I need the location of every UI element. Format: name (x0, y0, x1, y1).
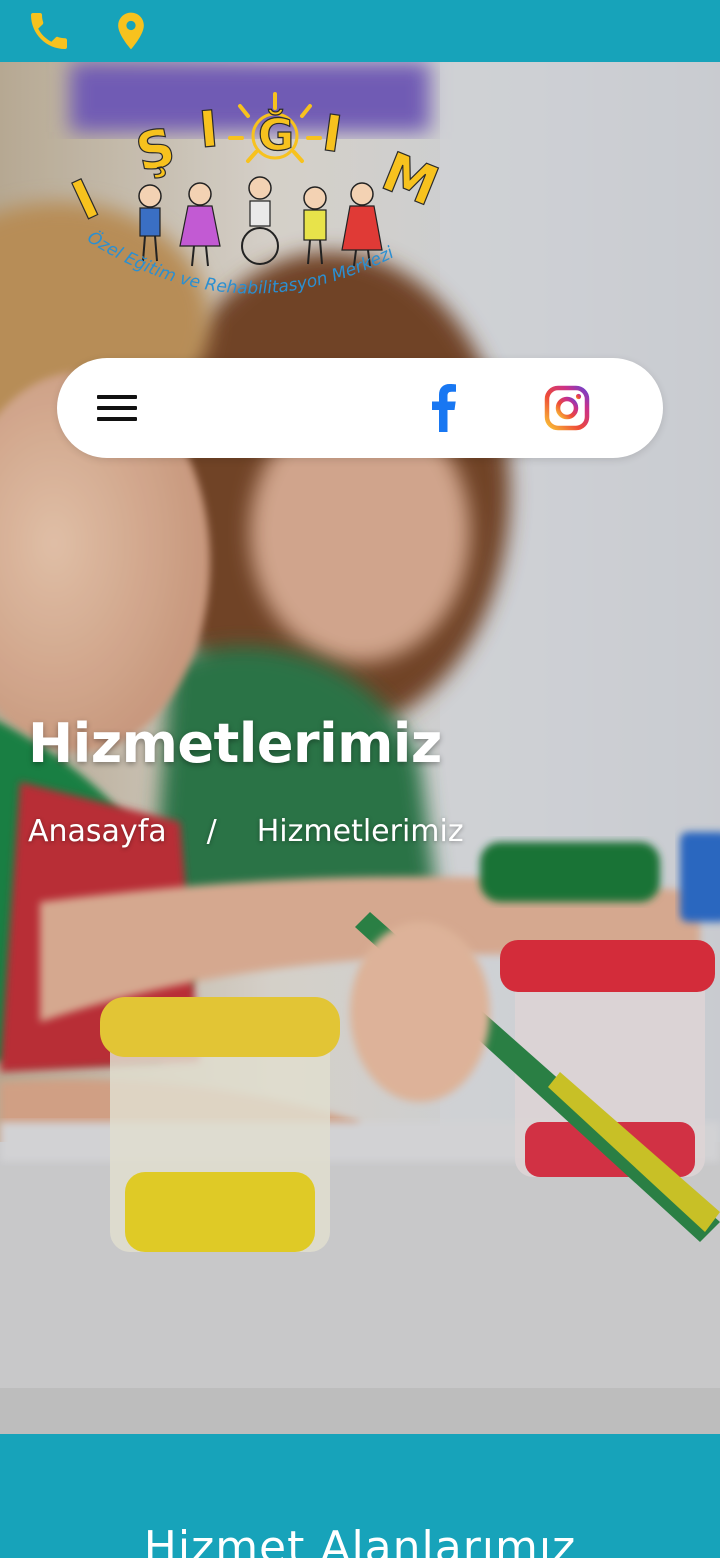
logo-letter: I (319, 104, 346, 164)
logo-letter: I (197, 100, 221, 159)
logo-letter: I (63, 167, 108, 233)
services-section: Hizmet Alanlarımız (0, 1434, 720, 1558)
menu-line (97, 417, 137, 421)
top-bar (0, 0, 720, 62)
breadcrumb: Anasayfa / Hizmetlerimiz (28, 814, 464, 849)
logo-letter: M (374, 140, 447, 219)
hamburger-menu-icon[interactable] (97, 388, 141, 428)
kids-illustration (138, 176, 383, 267)
logo-letter: Ğ (258, 108, 294, 161)
breadcrumb-current: Hizmetlerimiz (256, 814, 464, 849)
services-title: Hizmet Alanlarımız (143, 1522, 577, 1558)
breadcrumb-separator: / (206, 814, 217, 849)
instagram-icon[interactable] (539, 380, 595, 436)
section-divider (0, 1388, 720, 1434)
isigim-logo[interactable]: I Ş I Ğ I M Özel Eğitim ve Rehabilitasyo… (60, 86, 450, 330)
breadcrumb-home-link[interactable]: Anasayfa (28, 814, 167, 849)
page-title: Hizmetlerimiz (28, 712, 442, 775)
menu-line (97, 395, 137, 399)
hero-banner: I Ş I Ğ I M Özel Eğitim ve Rehabilitasyo… (0, 62, 720, 1388)
facebook-icon[interactable] (415, 380, 471, 436)
navigation-bar (57, 358, 663, 458)
logo-letter: Ş (131, 118, 180, 184)
map-pin-icon[interactable] (106, 6, 156, 56)
menu-line (97, 406, 137, 410)
phone-icon[interactable] (24, 6, 74, 56)
